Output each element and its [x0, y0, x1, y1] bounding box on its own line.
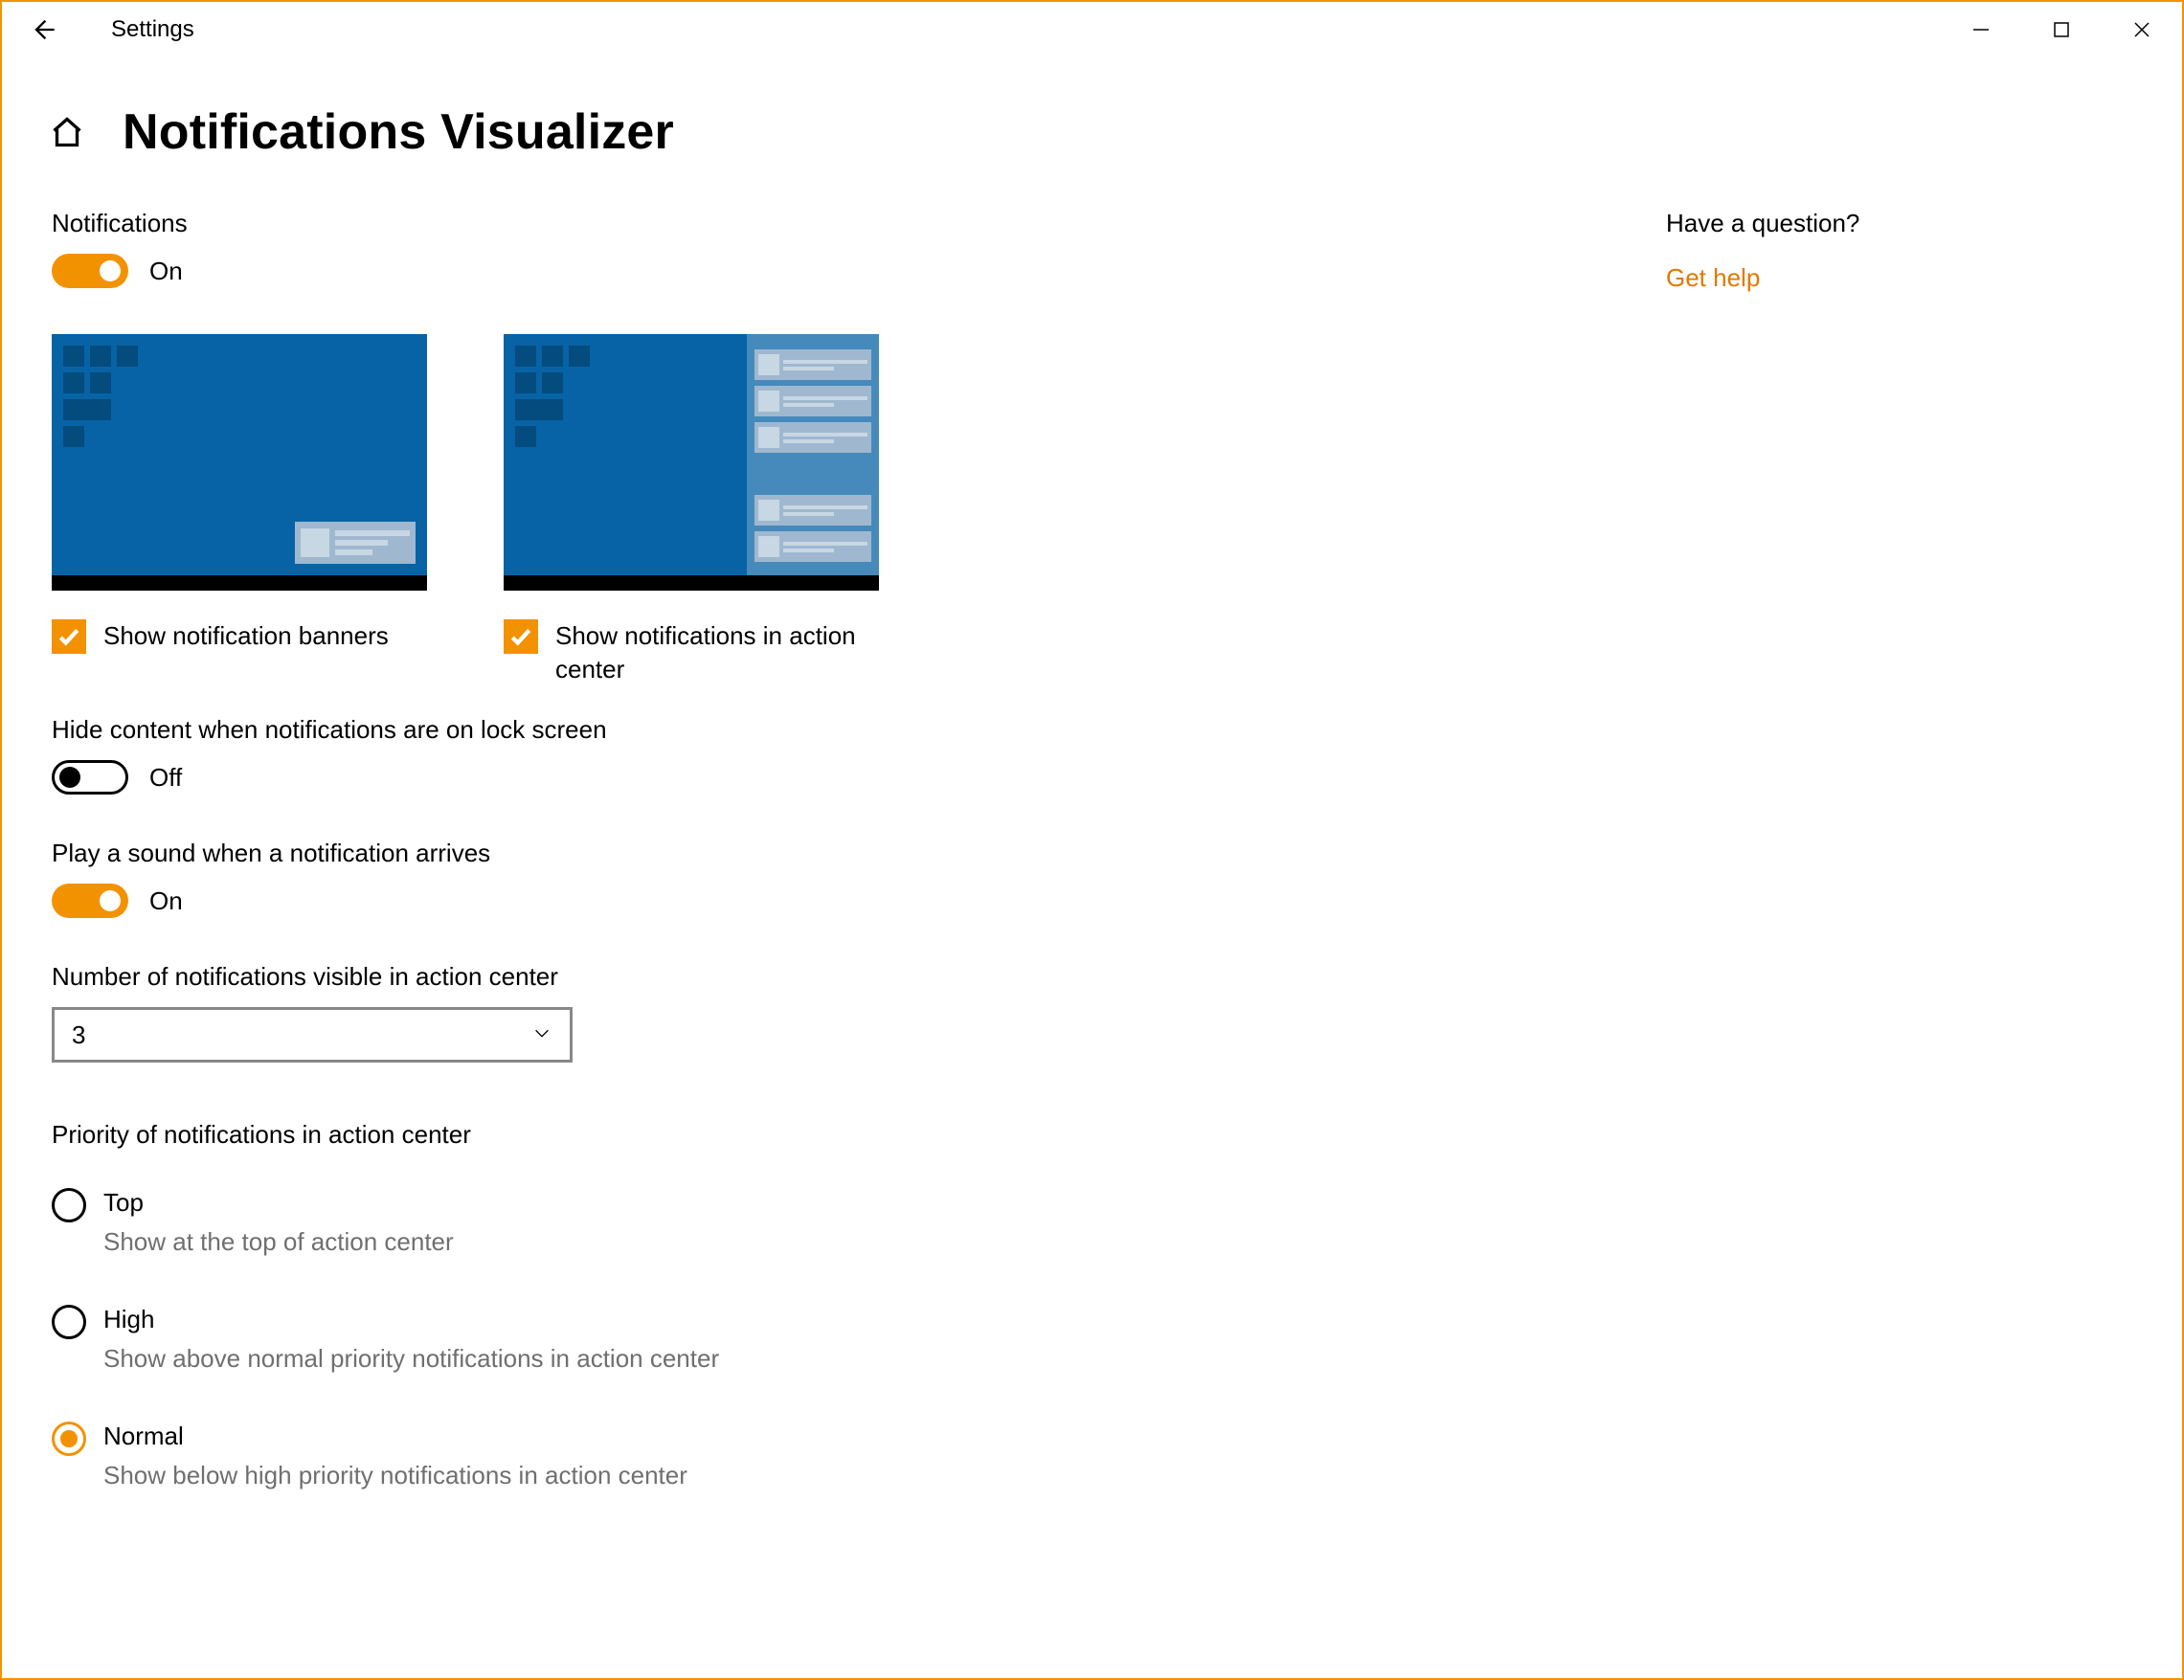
num-visible-dropdown[interactable]: 3: [52, 1007, 573, 1063]
app-title: Settings: [111, 16, 194, 43]
priority-high-label: High: [103, 1305, 719, 1334]
action-center-preview-item: Show notifications in action center: [504, 334, 879, 686]
priority-radio-top[interactable]: [52, 1188, 86, 1222]
priority-radio-high[interactable]: [52, 1305, 86, 1339]
priority-option-high: High Show above normal priority notifica…: [52, 1305, 2144, 1374]
play-sound-setting: Play a sound when a notification arrives…: [52, 839, 2144, 918]
priority-normal-label: Normal: [103, 1422, 687, 1451]
notifications-toggle[interactable]: [52, 254, 128, 288]
priority-label: Priority of notifications in action cent…: [52, 1120, 2144, 1150]
show-action-center-checkbox[interactable]: [504, 619, 538, 654]
hide-lock-label: Hide content when notifications are on l…: [52, 715, 2144, 745]
priority-top-desc: Show at the top of action center: [103, 1227, 454, 1257]
page-title: Notifications Visualizer: [123, 103, 674, 161]
priority-option-normal: Normal Show below high priority notifica…: [52, 1422, 2144, 1490]
priority-setting: Priority of notifications in action cent…: [52, 1120, 2144, 1490]
hide-lock-toggle[interactable]: [52, 760, 128, 795]
priority-radio-group: Top Show at the top of action center Hig…: [52, 1188, 2144, 1490]
priority-normal-desc: Show below high priority notifications i…: [103, 1461, 687, 1490]
maximize-button[interactable]: [2021, 2, 2102, 57]
back-button[interactable]: [19, 6, 67, 54]
play-sound-toggle[interactable]: [52, 884, 128, 918]
show-banners-checkbox[interactable]: [52, 619, 86, 654]
priority-high-desc: Show above normal priority notifications…: [103, 1344, 719, 1374]
chevron-down-icon: [531, 1020, 552, 1050]
hide-lock-setting: Hide content when notifications are on l…: [52, 715, 2144, 795]
play-sound-label: Play a sound when a notification arrives: [52, 839, 2144, 868]
hide-lock-toggle-state: Off: [149, 763, 182, 793]
num-visible-setting: Number of notifications visible in actio…: [52, 962, 2144, 1063]
title-bar: Settings: [2, 2, 2182, 57]
preview-row: Show notification banners: [52, 334, 2144, 686]
play-sound-toggle-state: On: [149, 886, 183, 916]
help-panel: Have a question? Get help: [1666, 209, 2068, 293]
close-button[interactable]: [2102, 2, 2182, 57]
help-title: Have a question?: [1666, 209, 2068, 238]
num-visible-label: Number of notifications visible in actio…: [52, 962, 2144, 992]
notifications-toggle-state: On: [149, 257, 183, 286]
banner-preview-item: Show notification banners: [52, 334, 427, 686]
minimize-button[interactable]: [1941, 2, 2021, 57]
action-center-panel: [747, 334, 879, 575]
priority-top-label: Top: [103, 1188, 454, 1218]
banner-preview-thumb: [52, 334, 427, 591]
show-banners-label: Show notification banners: [103, 619, 389, 653]
window-controls: [1941, 2, 2182, 57]
num-visible-value: 3: [72, 1020, 85, 1050]
home-icon[interactable]: [48, 113, 86, 151]
content-area: Notifications On: [52, 209, 2163, 1674]
show-action-center-label: Show notifications in action center: [555, 619, 871, 686]
priority-option-top: Top Show at the top of action center: [52, 1188, 2144, 1257]
page-header: Notifications Visualizer: [2, 57, 2182, 161]
get-help-link[interactable]: Get help: [1666, 263, 2068, 293]
action-center-preview-thumb: [504, 334, 879, 591]
priority-radio-normal[interactable]: [52, 1422, 86, 1456]
